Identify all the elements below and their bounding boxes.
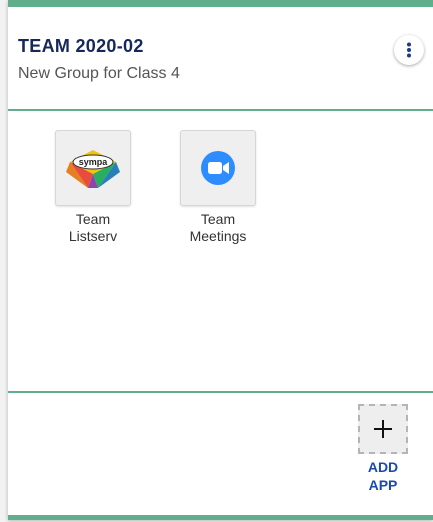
app-grid: sympa Team Listserv Team Meetings [8, 111, 433, 391]
app-tile[interactable]: sympa [55, 130, 131, 206]
card-footer: ADD APP [8, 393, 433, 513]
sympa-logo-icon: sympa [66, 150, 120, 188]
team-card: TEAM 2020-02 New Group for Class 4 sympa… [8, 0, 433, 520]
team-title: TEAM 2020-02 [18, 36, 144, 56]
app-team-listserv[interactable]: sympa Team Listserv [38, 130, 148, 245]
app-label: Team Meetings [189, 211, 247, 244]
add-app-tile[interactable] [358, 404, 408, 454]
app-team-meetings[interactable]: Team Meetings [163, 130, 273, 245]
add-app-label[interactable]: ADD APP [357, 458, 409, 494]
card-header: TEAM 2020-02 New Group for Class 4 [8, 7, 433, 110]
add-app-button[interactable]: ADD APP [357, 404, 409, 494]
card-top-accent-bar [8, 0, 433, 7]
more-options-button[interactable] [394, 35, 424, 65]
card-bottom-accent-bar [8, 515, 433, 520]
more-vertical-icon [407, 42, 411, 58]
zoom-video-icon [201, 151, 235, 185]
app-tile[interactable] [180, 130, 256, 206]
team-subtitle: New Group for Class 4 [18, 65, 180, 82]
app-label: Team Listserv [68, 211, 118, 244]
plus-icon [374, 420, 392, 438]
sympa-logo-text: sympa [79, 157, 109, 167]
